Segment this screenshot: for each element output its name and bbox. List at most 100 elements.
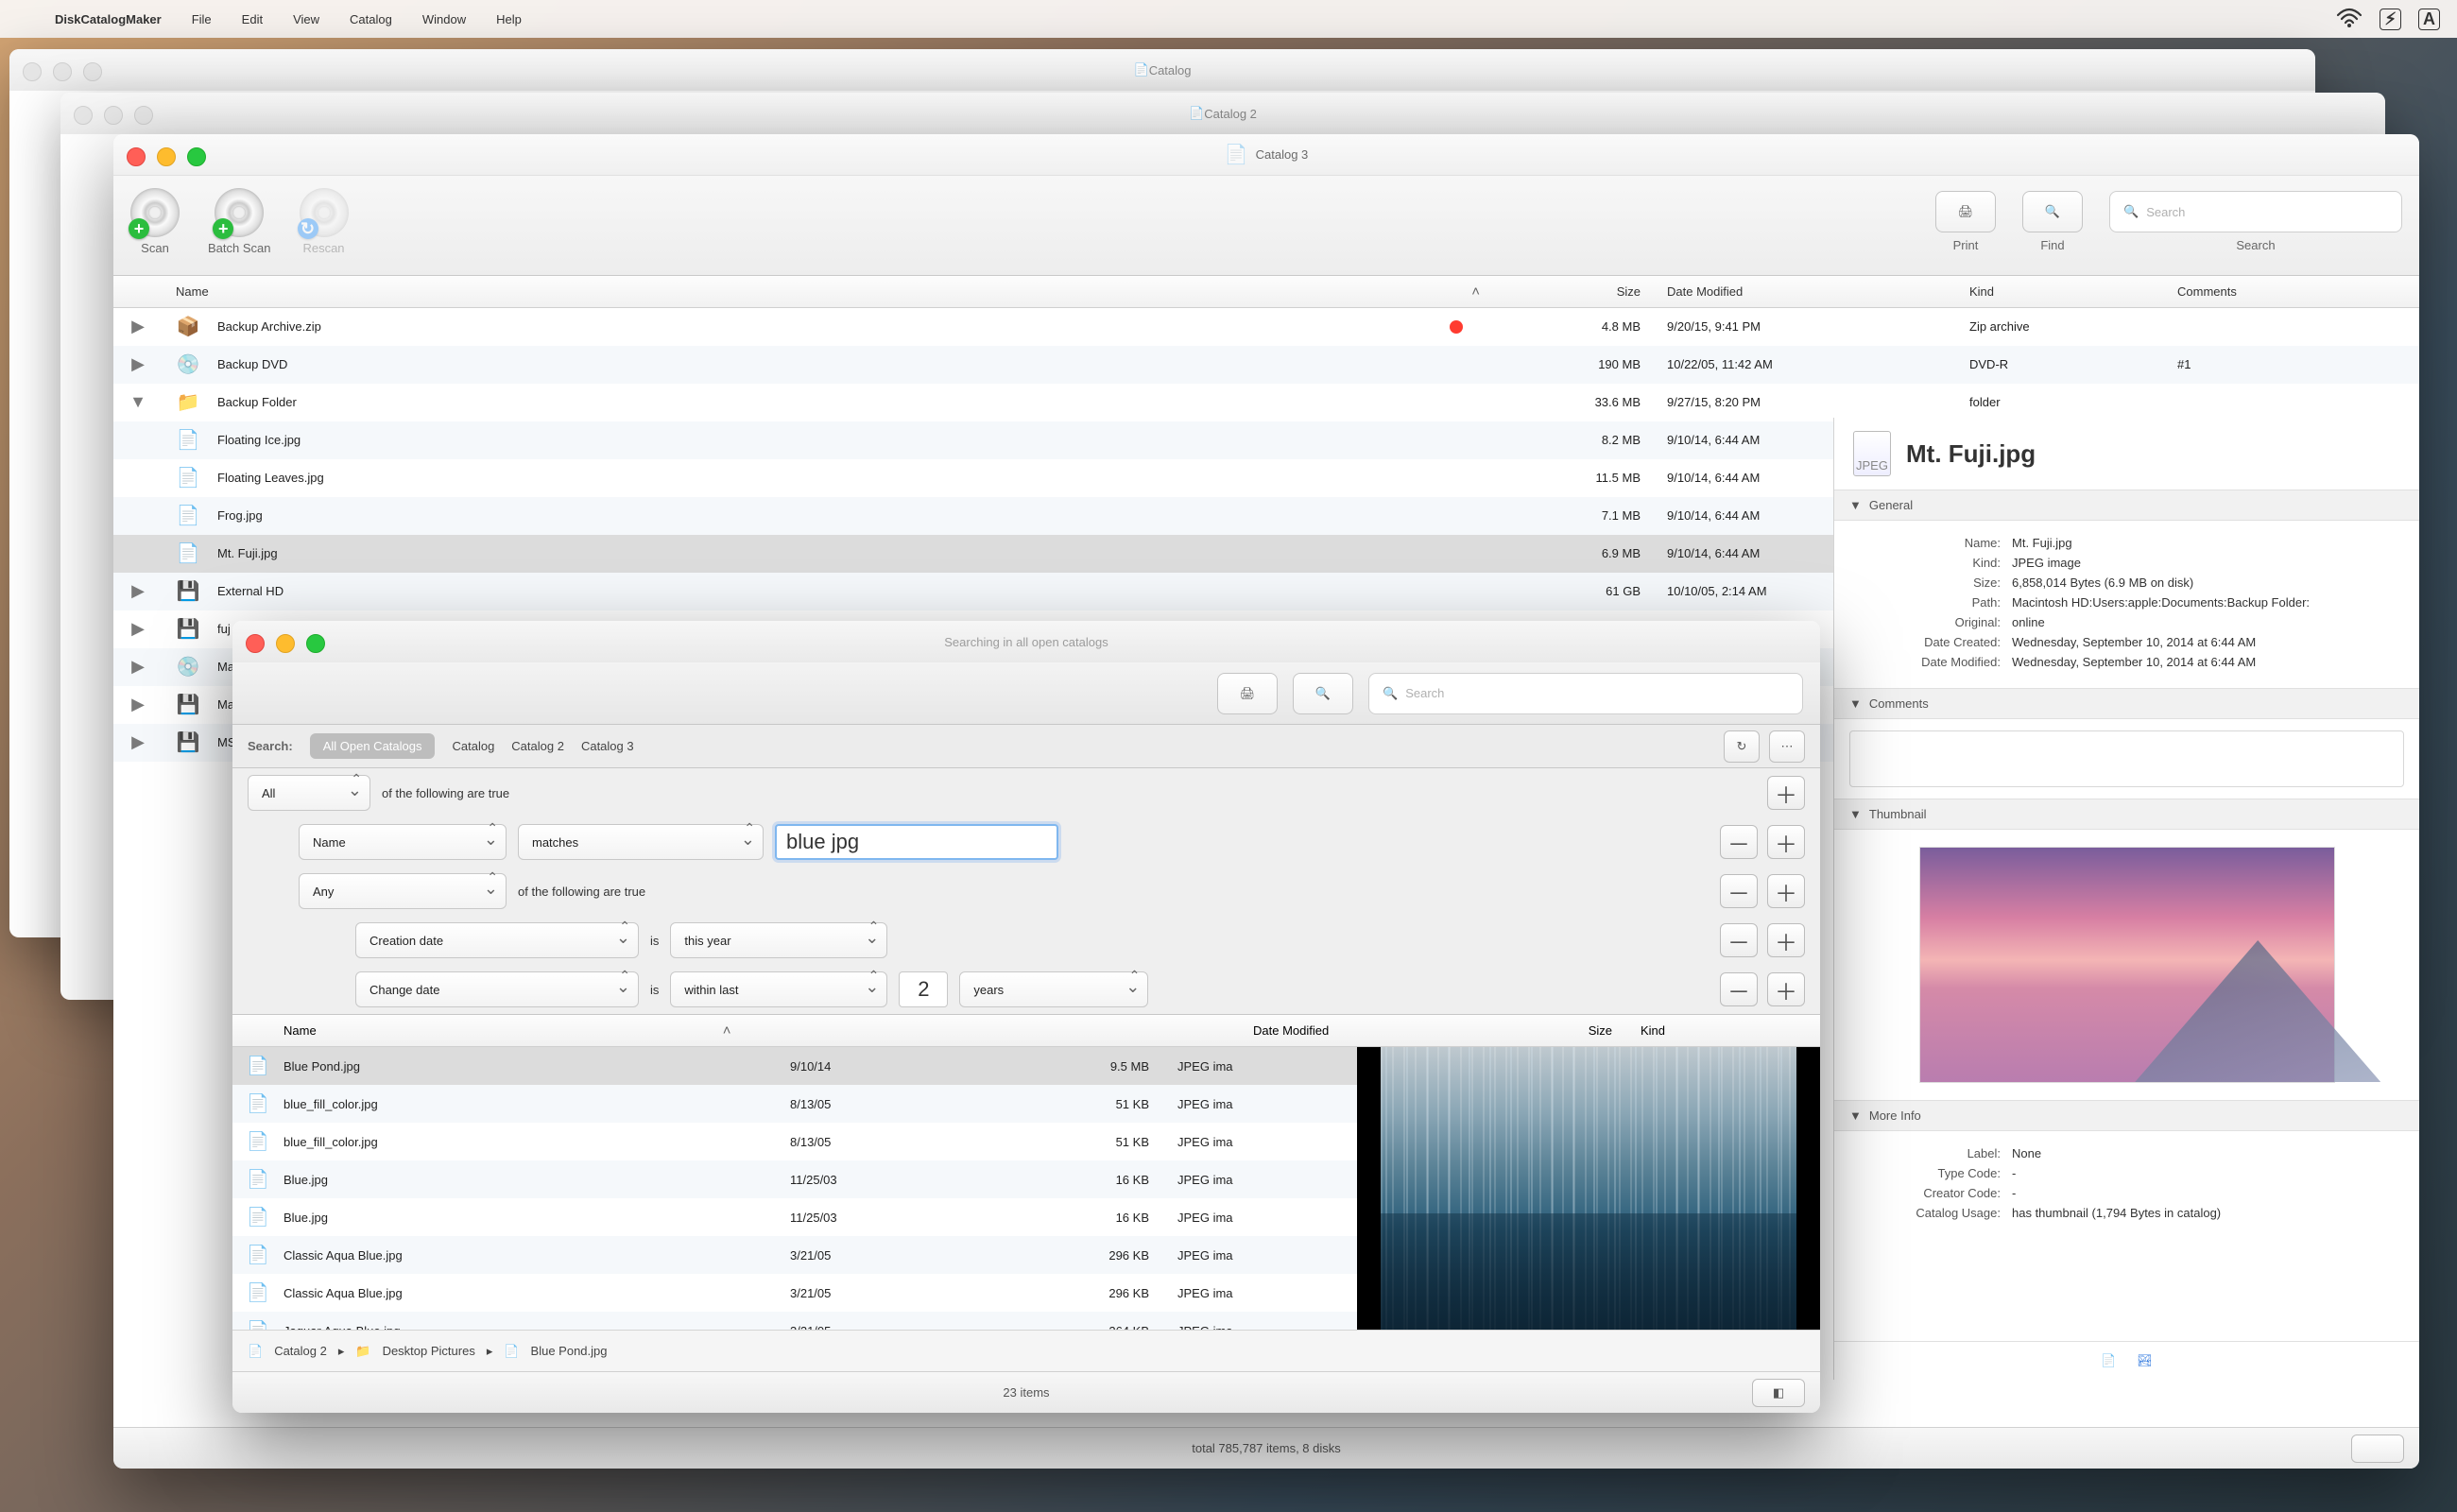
info-file-name: Mt. Fuji.jpg <box>1906 439 2036 469</box>
search-field[interactable]: 🔍Search <box>1368 673 1803 714</box>
image-icon[interactable]: 🏞 <box>2137 1353 2153 1368</box>
search-icon: 🔍 <box>2123 204 2139 219</box>
scope-catalog-2[interactable]: Catalog 2 <box>511 739 564 753</box>
battery-icon[interactable]: ⚡︎ <box>2380 9 2401 30</box>
criteria-field[interactable]: Change date <box>355 971 639 1007</box>
search-result-row[interactable]: 📄blue_fill_color.jpg8/13/0551 KBJPEG ima <box>232 1085 1357 1123</box>
search-toolbar: 🖨 🔍 🔍Search <box>232 662 1820 725</box>
section-thumbnail[interactable]: ▼Thumbnail <box>1834 799 2419 830</box>
section-moreinfo[interactable]: ▼More Info <box>1834 1100 2419 1131</box>
scope-all-catalogs[interactable]: All Open Catalogs <box>310 733 436 759</box>
catalog-row[interactable]: ▶💿Backup DVD190 MB10/22/05, 11:42 AMDVD-… <box>113 346 2419 384</box>
printer-icon: 🖨 <box>1958 204 1974 219</box>
toolbar-batch-scan[interactable]: + Batch Scan <box>208 188 271 255</box>
search-results-header[interactable]: Name˄ Date Modified Size Kind <box>232 1015 1820 1047</box>
toolbar-print-button[interactable]: 🖨 <box>1935 191 1996 232</box>
search-result-row[interactable]: 📄Blue Pond.jpg9/10/149.5 MBJPEG ima <box>232 1047 1357 1085</box>
criteria-root-mode[interactable]: All <box>248 775 370 811</box>
add-criterion-button[interactable]: ＋ <box>1767 825 1805 859</box>
traffic-lights[interactable] <box>23 62 102 81</box>
catalog-row[interactable]: ▼📁Backup Folder33.6 MB9/27/15, 8:20 PMfo… <box>113 384 2419 421</box>
menu-edit[interactable]: Edit <box>242 12 263 26</box>
search-result-row[interactable]: 📄blue_fill_color.jpg8/13/0551 KBJPEG ima <box>232 1123 1357 1160</box>
traffic-lights[interactable] <box>127 147 206 166</box>
jpeg-icon: 📄 <box>504 1344 519 1359</box>
criteria-operator[interactable]: matches <box>518 824 764 860</box>
traffic-lights[interactable] <box>74 106 153 125</box>
criteria-value[interactable]: this year <box>670 922 887 958</box>
toolbar-scan[interactable]: + Scan <box>130 188 180 255</box>
more-options-button[interactable]: ⋯ <box>1769 730 1805 763</box>
search-result-row[interactable]: 📄Blue.jpg11/25/0316 KBJPEG ima <box>232 1160 1357 1198</box>
search-path-bar[interactable]: 📄Catalog 2▸ 📁Desktop Pictures▸ 📄Blue Pon… <box>232 1330 1820 1371</box>
remove-criterion-button[interactable]: － <box>1720 972 1758 1006</box>
toolbar-find-button[interactable]: 🔍 <box>2022 191 2083 232</box>
comments-textarea[interactable] <box>1849 730 2404 787</box>
menu-file[interactable]: File <box>192 12 212 26</box>
folder-icon: 📁 <box>355 1344 370 1359</box>
refresh-icon: ↻ <box>1737 739 1747 754</box>
catalog-column-header[interactable]: Name˄ Size Date Modified Kind Comments <box>113 276 2419 308</box>
catalog-row[interactable]: ▶📦Backup Archive.zip4.8 MB9/20/15, 9:41 … <box>113 308 2419 346</box>
preview-image <box>1381 1047 1796 1330</box>
add-criterion-button[interactable]: ＋ <box>1767 874 1805 908</box>
add-criterion-button[interactable]: ＋ <box>1767 776 1805 810</box>
main-status-bar: total 785,787 items, 8 disks <box>113 1427 2419 1469</box>
ellipsis-icon: ⋯ <box>1781 739 1794 754</box>
search-find-button[interactable]: 🔍 <box>1293 673 1353 714</box>
search-result-row[interactable]: 📄Blue.jpg11/25/0316 KBJPEG ima <box>232 1198 1357 1236</box>
search-result-row[interactable]: 📄Classic Aqua Blue.jpg3/21/05296 KBJPEG … <box>232 1236 1357 1274</box>
app-menu[interactable]: DiskCatalogMaker <box>55 12 162 26</box>
main-toolbar: + Scan + Batch Scan ↻ Rescan 🖨Print 🔍Fin… <box>113 176 2419 276</box>
menu-catalog[interactable]: Catalog <box>350 12 392 26</box>
section-comments[interactable]: ▼Comments <box>1834 688 2419 719</box>
remove-criterion-button[interactable]: － <box>1720 825 1758 859</box>
system-menubar: DiskCatalogMaker File Edit View Catalog … <box>0 0 2457 38</box>
user-menu-icon[interactable]: A <box>2418 9 2440 30</box>
search-scope-bar: Search: All Open Catalogs Catalog Catalo… <box>232 725 1820 768</box>
panel-toggle-button[interactable] <box>2351 1435 2404 1463</box>
disclosure-triangle-icon: ▼ <box>1849 696 1862 711</box>
scope-label: Search: <box>248 739 293 753</box>
search-icon: 🔍 <box>1383 686 1398 701</box>
traffic-lights[interactable] <box>246 634 325 653</box>
menu-view[interactable]: View <box>293 12 319 26</box>
criteria-unit[interactable]: years <box>959 971 1148 1007</box>
scope-catalog[interactable]: Catalog <box>452 739 494 753</box>
remove-criterion-button[interactable]: － <box>1720 923 1758 957</box>
toolbar-rescan[interactable]: ↻ Rescan <box>300 188 349 255</box>
criteria-value[interactable]: within last <box>670 971 887 1007</box>
search-print-button[interactable]: 🖨 <box>1217 673 1278 714</box>
criteria-field[interactable]: Creation date <box>355 922 639 958</box>
search-window-titlebar: Searching in all open catalogs <box>232 621 1820 662</box>
scope-catalog-3[interactable]: Catalog 3 <box>581 739 634 753</box>
add-criterion-button[interactable]: ＋ <box>1767 972 1805 1006</box>
document-icon[interactable]: 📄 <box>2101 1353 2116 1368</box>
menu-window[interactable]: Window <box>422 12 466 26</box>
search-window: Searching in all open catalogs 🖨 🔍 🔍Sear… <box>232 621 1820 1413</box>
disclosure-triangle-icon: ▼ <box>1849 498 1862 512</box>
thumbnail-image <box>1919 847 2335 1083</box>
magnifier-icon: 🔍 <box>1315 686 1331 701</box>
wifi-icon[interactable] <box>2336 8 2362 31</box>
search-result-row[interactable]: 📄Jaguar Aqua Blue.jpg3/21/05264 KBJPEG i… <box>232 1312 1357 1330</box>
section-general[interactable]: ▼General <box>1834 490 2419 521</box>
file-type-icon: JPEG <box>1853 431 1891 476</box>
catalog-icon: 📄 <box>248 1344 263 1359</box>
add-criterion-button[interactable]: ＋ <box>1767 923 1805 957</box>
refresh-button[interactable]: ↻ <box>1724 730 1760 763</box>
criteria-number-input[interactable]: 2 <box>899 971 948 1007</box>
window-title: Catalog 2 <box>1204 107 1257 121</box>
criteria-field[interactable]: Name <box>299 824 507 860</box>
toolbar-search-field[interactable]: 🔍Search <box>2109 191 2402 232</box>
panel-toggle-button[interactable]: ◧ <box>1752 1379 1805 1407</box>
remove-criterion-button[interactable]: － <box>1720 874 1758 908</box>
window-title: Catalog 3 <box>1256 147 1309 162</box>
criteria-value-input[interactable]: blue jpg <box>775 824 1058 860</box>
search-result-row[interactable]: 📄Classic Aqua Blue.jpg3/21/05296 KBJPEG … <box>232 1274 1357 1312</box>
criteria-group-mode[interactable]: Any <box>299 873 507 909</box>
menu-help[interactable]: Help <box>496 12 522 26</box>
magnifier-icon: 🔍 <box>2045 204 2060 219</box>
disclosure-triangle-icon: ▼ <box>1849 1108 1862 1123</box>
disclosure-triangle-icon: ▼ <box>1849 807 1862 821</box>
